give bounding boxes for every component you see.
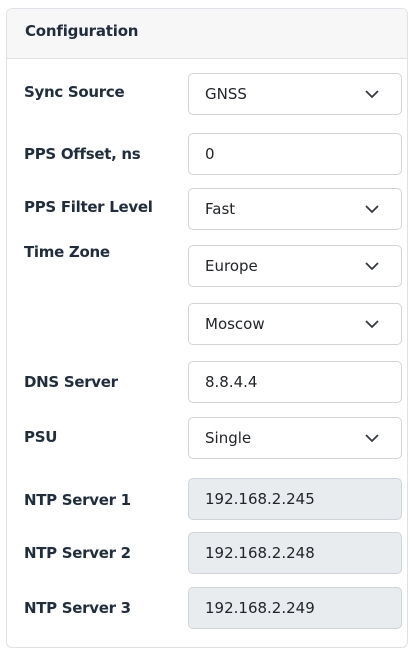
chevron-down-icon bbox=[365, 259, 379, 273]
dns-server-input[interactable]: 8.8.4.4 bbox=[188, 361, 402, 403]
sync-source-select[interactable]: GNSS bbox=[188, 73, 402, 115]
chevron-down-icon bbox=[365, 317, 379, 331]
sync-source-label: Sync Source bbox=[24, 83, 125, 101]
time-zone-region-select[interactable]: Europe bbox=[188, 245, 402, 287]
ntp-server-3-field: 192.168.2.249 bbox=[188, 587, 402, 629]
chevron-down-icon bbox=[365, 202, 379, 216]
time-zone-city-value: Moscow bbox=[205, 315, 265, 333]
ntp-server-3-value: 192.168.2.249 bbox=[205, 599, 315, 617]
dns-server-label: DNS Server bbox=[24, 373, 118, 391]
configuration-panel: Configuration Sync Source GNSS PPS Offse… bbox=[6, 8, 408, 648]
time-zone-city-select[interactable]: Moscow bbox=[188, 303, 402, 345]
ntp-server-3-label: NTP Server 3 bbox=[24, 599, 131, 617]
ntp-server-2-value: 192.168.2.248 bbox=[205, 544, 315, 562]
ntp-server-2-field: 192.168.2.248 bbox=[188, 532, 402, 574]
pps-offset-input[interactable]: 0 bbox=[188, 133, 402, 175]
pps-offset-label: PPS Offset, ns bbox=[24, 145, 141, 163]
pps-filter-label: PPS Filter Level bbox=[24, 198, 153, 216]
time-zone-label: Time Zone bbox=[24, 243, 110, 261]
panel-title: Configuration bbox=[7, 9, 407, 59]
pps-filter-value: Fast bbox=[205, 200, 236, 218]
psu-value: Single bbox=[205, 429, 252, 447]
pps-offset-value: 0 bbox=[205, 145, 215, 163]
ntp-server-2-label: NTP Server 2 bbox=[24, 544, 131, 562]
psu-select[interactable]: Single bbox=[188, 417, 402, 459]
sync-source-value: GNSS bbox=[205, 85, 247, 103]
time-zone-region-value: Europe bbox=[205, 257, 258, 275]
chevron-down-icon bbox=[365, 87, 379, 101]
psu-label: PSU bbox=[24, 428, 58, 446]
chevron-down-icon bbox=[365, 431, 379, 445]
ntp-server-1-field: 192.168.2.245 bbox=[188, 478, 402, 520]
ntp-server-1-label: NTP Server 1 bbox=[24, 491, 131, 509]
dns-server-value: 8.8.4.4 bbox=[205, 373, 258, 391]
ntp-server-1-value: 192.168.2.245 bbox=[205, 490, 315, 508]
pps-filter-select[interactable]: Fast bbox=[188, 188, 402, 230]
